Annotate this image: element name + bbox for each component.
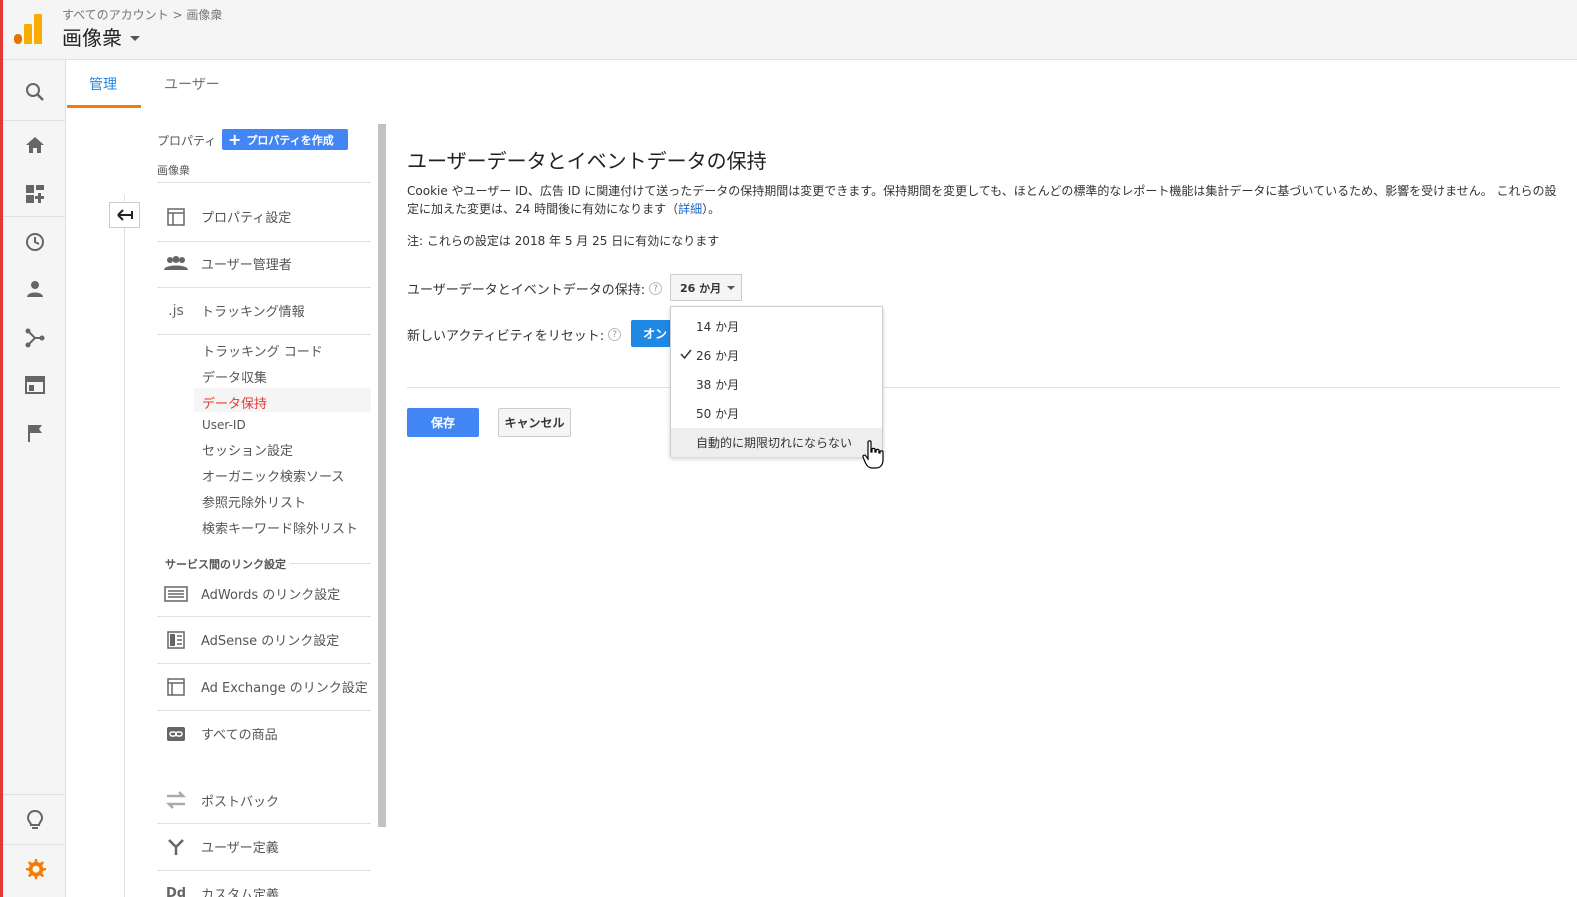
behavior-icon[interactable] (3, 376, 66, 394)
property-label: プロパティ (157, 134, 217, 148)
help-icon[interactable]: ? (608, 328, 622, 341)
sub-search-term-exclusion[interactable]: 検索キーワード除外リスト (202, 518, 358, 537)
create-property-label: プロパティを作成 (246, 133, 334, 147)
tab-user[interactable]: ユーザー (164, 74, 220, 94)
acquisition-icon[interactable] (3, 328, 66, 348)
page-title: ユーザーデータとイベントデータの保持 (407, 149, 767, 173)
fork-icon (164, 838, 188, 856)
clock-icon[interactable] (3, 232, 66, 252)
check-icon (680, 349, 692, 360)
save-button[interactable]: 保存 (407, 408, 479, 437)
sub-organic-search-sources[interactable]: オーガニック検索ソース (202, 466, 344, 485)
adwords-icon (164, 585, 188, 602)
help-icon[interactable]: ? (649, 282, 663, 295)
arrow-left-icon (116, 209, 133, 221)
left-rail (3, 60, 66, 897)
section-product-linking: サービス間のリンク設定 (165, 558, 286, 571)
menu-option-38[interactable]: 38 か月 (671, 370, 882, 399)
top-header: すべてのアカウント > 画像衆 画像衆 (0, 0, 1577, 60)
tab-admin[interactable]: 管理 (89, 74, 117, 94)
postback-icon (164, 790, 188, 810)
nav-user-management[interactable]: ユーザー管理者 (164, 254, 292, 273)
create-property-button[interactable]: + プロパティを作成 (222, 129, 348, 150)
property-settings-icon (164, 207, 188, 226)
reset-field-label: 新しいアクティビティをリセット: ? (407, 325, 622, 344)
page-description: Cookie やユーザー ID、広告 ID に関連付けて送ったデータの保持期間は… (407, 184, 1557, 216)
effective-date-note: 注: これらの設定は 2018 年 5 月 25 日に有効になります (407, 234, 720, 248)
nav-user-definitions[interactable]: ユーザー定義 (164, 837, 279, 856)
menu-option-14[interactable]: 14 か月 (671, 312, 882, 341)
collapse-back-button[interactable] (109, 202, 140, 228)
gear-icon[interactable] (3, 858, 66, 880)
breadcrumb[interactable]: すべてのアカウント > 画像衆 (62, 6, 222, 23)
left-edge-stripe (0, 0, 3, 897)
plus-icon: + (228, 129, 242, 149)
person-icon[interactable] (3, 280, 66, 298)
nav-custom-definitions[interactable]: Dd カスタム定義 (164, 884, 279, 897)
column-divider (124, 195, 125, 897)
sub-data-retention[interactable]: データ保持 (202, 393, 267, 412)
menu-option-26[interactable]: 26 か月 (671, 341, 882, 370)
sub-session-settings[interactable]: セッション設定 (202, 440, 293, 459)
retention-dropdown-menu: 14 か月 26 か月 38 か月 50 か月 自動的に期限切れにならない (670, 306, 883, 457)
retention-value: 26 か月 (680, 281, 722, 295)
search-icon[interactable] (3, 82, 66, 102)
lightbulb-icon[interactable] (3, 810, 66, 832)
menu-option-never-expire[interactable]: 自動的に期限切れにならない (671, 428, 882, 457)
details-link[interactable]: 詳細 (678, 202, 702, 216)
nav-adsense-linking[interactable]: AdSense のリンク設定 (164, 630, 339, 649)
divider (157, 182, 371, 183)
nav-postbacks[interactable]: ポストバック (164, 790, 279, 810)
adsense-icon (164, 630, 188, 649)
sub-data-collection[interactable]: データ収集 (202, 367, 267, 386)
retention-dropdown[interactable]: 26 か月 (670, 274, 742, 301)
nav-property-settings[interactable]: プロパティ設定 (164, 207, 291, 226)
nav-adexchange-linking[interactable]: Ad Exchange のリンク設定 (164, 677, 368, 696)
nav-adwords-linking[interactable]: AdWords のリンク設定 (164, 584, 340, 603)
chevron-down-icon (727, 285, 736, 290)
people-icon (164, 255, 188, 272)
nav-tracking-info[interactable]: .js トラッキング情報 (164, 301, 304, 321)
menu-option-50[interactable]: 50 か月 (671, 399, 882, 428)
admin-tabs: 管理 ユーザー (67, 60, 1577, 108)
adexchange-icon (164, 677, 188, 696)
hand-pointer-icon (862, 440, 884, 474)
js-icon: .js (168, 302, 184, 319)
sub-referral-exclusion[interactable]: 参照元除外リスト (202, 492, 306, 511)
dashboard-icon[interactable] (3, 184, 66, 204)
divider (407, 387, 1560, 388)
cancel-button[interactable]: キャンセル (498, 408, 571, 437)
chevron-down-icon (130, 36, 140, 41)
active-tab-indicator (67, 105, 141, 108)
retention-field-label: ユーザーデータとイベントデータの保持: ? (407, 279, 663, 298)
home-icon[interactable] (3, 136, 66, 154)
nav-all-products[interactable]: すべての商品 (164, 724, 278, 743)
account-selector[interactable]: 画像衆 (62, 22, 140, 51)
flag-icon[interactable] (3, 424, 66, 442)
property-selector[interactable]: 画像衆 (157, 162, 190, 178)
link-icon (164, 726, 188, 742)
account-name: 画像衆 (62, 26, 122, 50)
dd-icon: Dd (165, 886, 187, 897)
nav-scrollbar[interactable] (378, 124, 386, 827)
sub-user-id[interactable]: User-ID (202, 418, 246, 432)
sub-tracking-code[interactable]: トラッキング コード (202, 341, 323, 360)
analytics-logo-icon[interactable] (14, 14, 42, 44)
